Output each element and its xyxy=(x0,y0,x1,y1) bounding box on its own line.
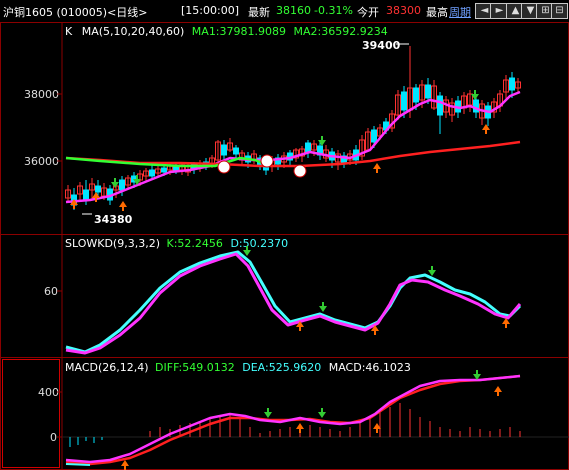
candle-body xyxy=(371,129,377,143)
candle-body xyxy=(425,84,431,99)
kd-d-line xyxy=(65,250,522,354)
chart-canvas xyxy=(57,22,569,470)
buy-arrow-icon xyxy=(502,318,510,328)
buy-arrow-icon xyxy=(296,423,304,433)
smiley-icon xyxy=(293,164,307,178)
sell-arrow-icon xyxy=(318,136,326,146)
candle-body xyxy=(401,91,407,111)
buy-arrow-icon xyxy=(121,460,129,470)
smiley-icon xyxy=(217,160,231,174)
kd-k-line xyxy=(65,252,522,355)
candle-body xyxy=(413,87,419,103)
candle-body xyxy=(161,167,167,173)
sell-arrow-icon xyxy=(428,266,436,276)
sell-arrow-icon xyxy=(243,246,251,256)
candle-body xyxy=(149,169,155,177)
sell-arrow-icon xyxy=(473,370,481,380)
candle-body xyxy=(233,147,239,155)
macd-diff-segment xyxy=(65,463,91,466)
candle-body xyxy=(305,142,311,153)
sell-arrow-icon xyxy=(319,302,327,312)
candle-body xyxy=(437,95,443,116)
candle-body xyxy=(509,77,515,91)
candle-body xyxy=(83,189,89,201)
smiley-icon xyxy=(260,154,274,168)
buy-arrow-icon xyxy=(482,124,490,134)
sell-arrow-icon xyxy=(318,408,326,418)
candle-body xyxy=(221,144,227,156)
buy-arrow-icon xyxy=(119,201,127,211)
buy-arrow-icon xyxy=(373,163,381,173)
candle-body xyxy=(95,185,101,193)
sell-arrow-icon xyxy=(264,408,272,418)
macd-diff-line xyxy=(65,374,521,464)
candle-body xyxy=(119,179,125,191)
buy-arrow-icon xyxy=(494,386,502,396)
